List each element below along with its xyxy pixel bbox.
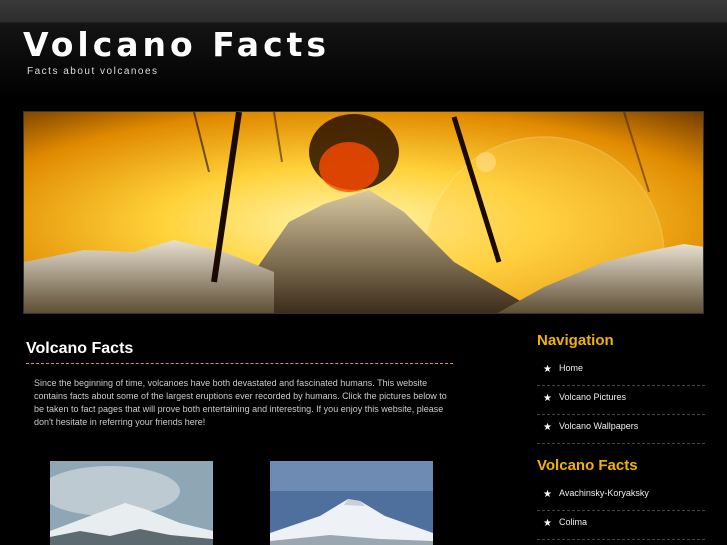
- content-divider: [26, 363, 453, 364]
- star-icon: ★: [543, 518, 552, 529]
- nav-item-label[interactable]: Home: [559, 363, 583, 373]
- site-tagline: Facts about volcanoes: [27, 66, 159, 77]
- intro-paragraph: Since the beginning of time, volcanoes h…: [34, 378, 447, 427]
- volcano-banner-image: [23, 111, 704, 314]
- facts-item-label[interactable]: Avachinsky-Koryaksky: [559, 488, 649, 498]
- nav-item-label[interactable]: Volcano Wallpapers: [559, 421, 638, 431]
- star-icon: ★: [543, 489, 552, 500]
- facts-item-avachinsky-koryaksky[interactable]: ★ Avachinsky-Koryaksky: [537, 482, 705, 511]
- volcano-facts-heading: Volcano Facts: [537, 457, 638, 474]
- facts-item-label[interactable]: Colima: [559, 517, 587, 527]
- facts-item-colima[interactable]: ★ Colima: [537, 511, 705, 540]
- site-title[interactable]: Volcano Facts: [23, 25, 330, 64]
- nav-item-home[interactable]: ★ Home: [537, 357, 705, 386]
- navigation-heading: Navigation: [537, 332, 614, 349]
- star-icon: ★: [543, 364, 552, 375]
- volcano-thumbnail-avachinsky[interactable]: [50, 461, 213, 545]
- nav-item-volcano-pictures[interactable]: ★ Volcano Pictures: [537, 386, 705, 415]
- content-title: Volcano Facts: [26, 340, 134, 357]
- nav-item-label[interactable]: Volcano Pictures: [559, 392, 626, 402]
- star-icon: ★: [543, 422, 552, 433]
- star-icon: ★: [543, 393, 552, 404]
- volcano-thumbnail-colima[interactable]: [270, 461, 433, 545]
- nav-item-volcano-wallpapers[interactable]: ★ Volcano Wallpapers: [537, 415, 705, 444]
